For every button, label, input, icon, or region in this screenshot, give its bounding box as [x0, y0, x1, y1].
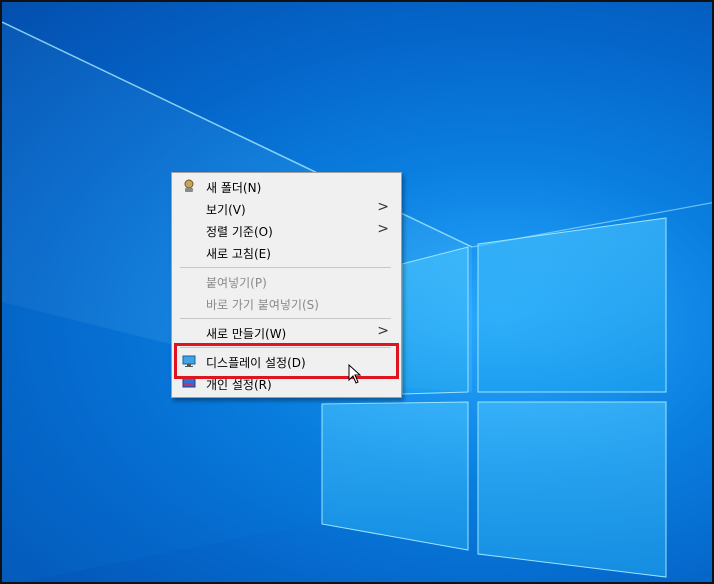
- menu-label: 바로 가기 붙여넣기(S): [206, 298, 319, 312]
- menu-label: 붙여넣기(P): [206, 276, 267, 290]
- menu-separator: [180, 267, 391, 268]
- screenshot-frame: 새 폴더(N) 보기(V) > 정렬 기준(O) > 새로 고침(E) 붙여넣기…: [0, 0, 714, 584]
- menu-item-new[interactable]: 새로 만들기(W) >: [174, 321, 399, 343]
- mouse-cursor-icon: [348, 364, 362, 384]
- menu-label: 새 폴더(N): [206, 181, 262, 195]
- menu-item-refresh[interactable]: 새로 고침(E): [174, 241, 399, 263]
- submenu-arrow-icon: >: [377, 199, 389, 215]
- menu-label: 새로 만들기(W): [206, 327, 287, 341]
- menu-label: 정렬 기준(O): [206, 225, 273, 239]
- menu-label: 보기(V): [206, 203, 246, 217]
- menu-item-view[interactable]: 보기(V) >: [174, 197, 399, 219]
- menu-item-sort-by[interactable]: 정렬 기준(O) >: [174, 219, 399, 241]
- new-folder-icon: [184, 179, 194, 192]
- menu-item-paste: 붙여넣기(P): [174, 270, 399, 292]
- menu-item-paste-shortcut: 바로 가기 붙여넣기(S): [174, 292, 399, 314]
- menu-label: 새로 고침(E): [206, 247, 271, 261]
- highlight-box: [174, 343, 399, 379]
- submenu-arrow-icon: >: [377, 323, 389, 339]
- submenu-arrow-icon: >: [377, 221, 389, 237]
- menu-item-new-folder[interactable]: 새 폴더(N): [174, 175, 399, 197]
- menu-separator: [180, 318, 391, 319]
